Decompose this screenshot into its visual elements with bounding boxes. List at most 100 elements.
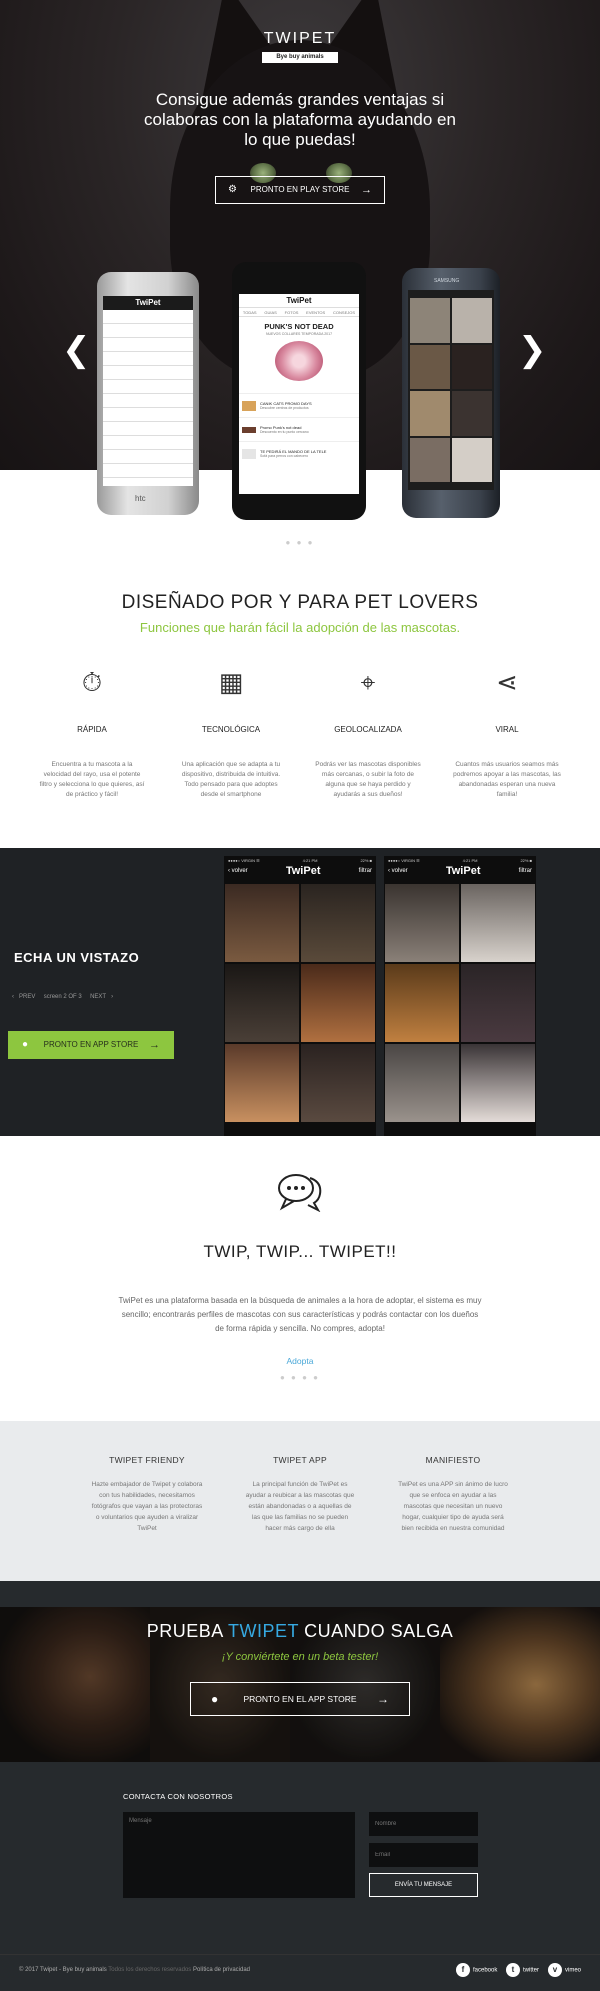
- vistazo-section: ECHA UN VISTAZO ‹ PREV screen 2 OF 3 NEX…: [0, 848, 600, 1136]
- android-icon: ⚙: [228, 184, 237, 195]
- phone-center-screen: TwiPet TODAS GUIAS FOTOS EVENTOS CONSEJO…: [239, 286, 359, 494]
- phone-left-row: [103, 422, 193, 436]
- item-sub: Descubre centros de productos: [260, 406, 309, 410]
- cat-photo[interactable]: [461, 964, 535, 1042]
- info-text: La principal función de TwiPet es ayudar…: [245, 1481, 355, 1532]
- vimeo-link[interactable]: v vimeo: [548, 1963, 581, 1977]
- divider-strip: [0, 1581, 600, 1607]
- phone-promo-title: PUNK'S NOT DEAD: [264, 322, 334, 331]
- pager-status: screen 2 OF 3: [43, 994, 82, 1000]
- cat-photo: [452, 344, 492, 389]
- cat-photo[interactable]: [385, 884, 459, 962]
- phone-center-tabs: TODAS GUIAS FOTOS EVENTOS CONSEJOS: [239, 308, 359, 317]
- phone-left-row: [103, 366, 193, 380]
- dog-photo[interactable]: [301, 884, 375, 962]
- prueba-section: PRUEBA TWIPET CUANDO SALGA ¡Y conviértet…: [0, 1607, 600, 1762]
- dog-photo[interactable]: [301, 964, 375, 1042]
- prueba-subtitle: ¡Y conviértete en un beta tester!: [221, 1651, 379, 1663]
- twitter-link[interactable]: t twitter: [506, 1963, 539, 1977]
- stopwatch-icon: ⏱: [81, 668, 103, 698]
- send-message-button[interactable]: ENVÍA TU MENSAJE: [369, 1873, 478, 1897]
- cat-photo: [410, 391, 450, 436]
- facebook-icon: f: [456, 1963, 470, 1977]
- info-title: TWIPET FRIENDY: [109, 1455, 185, 1465]
- phone-left-row: [103, 436, 193, 450]
- filter-link[interactable]: filtrar: [359, 868, 372, 874]
- cat-photo[interactable]: [385, 964, 459, 1042]
- app-store-label: PRONTO EN EL APP STORE: [243, 1694, 357, 1704]
- cat-photo[interactable]: [461, 884, 535, 962]
- footer-legal: © 2017 Twipet - Bye buy animals Todos lo…: [19, 1967, 250, 1973]
- phone-tab: GUIAS: [264, 310, 277, 315]
- play-store-button[interactable]: ⚙ PRONTO EN PLAY STORE →: [215, 176, 385, 204]
- facebook-link[interactable]: f facebook: [456, 1963, 497, 1977]
- dog-photo[interactable]: [225, 964, 299, 1042]
- phone-promo-sub: NUEVOS COLLARES TEMPORADA 2017: [265, 332, 333, 336]
- carousel-dots[interactable]: ● ● ●: [0, 538, 600, 547]
- message-field[interactable]: [123, 1812, 355, 1898]
- feature-viral: ⋖ VIRAL Cuantos más usuarios seamos más …: [452, 665, 562, 800]
- prev-link[interactable]: PREV: [19, 994, 35, 1000]
- cat-photo: [452, 437, 492, 482]
- phone-list-item: TE PEDIRÁ EL MANDO DE LA TELE Sofá para p…: [239, 441, 359, 465]
- app-store-label: PRONTO EN APP STORE: [43, 1040, 139, 1049]
- adopta-link[interactable]: Adopta: [0, 1356, 600, 1366]
- feature-desc: Cuantos más usuarios seamos más podremos…: [453, 761, 561, 798]
- testimonial-dots[interactable]: ● ● ● ●: [0, 1373, 600, 1382]
- app-screen-cats: ●●●●○ VIRGIN ☰ 4:21 PM 22% ■ ‹ volver Tw…: [384, 856, 536, 1136]
- app-screen-header: ●●●●○ VIRGIN ☰ 4:21 PM 22% ■ ‹ volver Tw…: [384, 856, 536, 884]
- carousel-next-icon[interactable]: ❯: [518, 333, 547, 367]
- dog-grid: [224, 884, 376, 1122]
- feature-name: GEOLOCALIZADA: [334, 725, 402, 734]
- feature-desc: Encuentra a tu mascota a la velocidad de…: [39, 761, 145, 798]
- info-text: Hazte embajador de Twipet y colabora con…: [91, 1481, 203, 1532]
- item-thumb: [242, 448, 256, 459]
- prueba-title: PRUEBA TWIPET CUANDO SALGA: [0, 1621, 600, 1642]
- arrow-right-icon: →: [377, 1692, 389, 1706]
- privacy-link[interactable]: Política de privacidad: [193, 1967, 250, 1973]
- cat-photo: [410, 298, 450, 343]
- dog-photo[interactable]: [225, 1044, 299, 1122]
- arrow-right-icon: →: [361, 184, 372, 196]
- twitter-icon: t: [506, 1963, 520, 1977]
- social-label: vimeo: [565, 1967, 582, 1974]
- app-store-button-2[interactable]: ● PRONTO EN EL APP STORE →: [190, 1682, 410, 1716]
- carousel-prev-icon[interactable]: ❮: [62, 333, 91, 367]
- back-link[interactable]: ‹ volver: [228, 868, 248, 874]
- feature-desc: Podrás ver las mascotas disponibles más …: [315, 761, 421, 798]
- info-col-manifiesto: MANIFIESTO TwiPet es una APP sin ánimo d…: [397, 1455, 509, 1534]
- back-link[interactable]: ‹ volver: [388, 868, 408, 874]
- phone-left-row: [103, 408, 193, 422]
- rights: Todos los derechos reservados: [108, 1967, 192, 1973]
- chevron-right-icon[interactable]: ›: [111, 994, 113, 1000]
- filter-link[interactable]: filtrar: [519, 868, 532, 874]
- vimeo-icon: v: [548, 1963, 562, 1977]
- dog-photo[interactable]: [225, 884, 299, 962]
- cat-photo[interactable]: [385, 1044, 459, 1122]
- app-store-button[interactable]: ● PRONTO EN APP STORE →: [8, 1031, 174, 1059]
- next-link[interactable]: NEXT: [90, 994, 106, 1000]
- play-store-label: PRONTO EN PLAY STORE: [250, 185, 350, 194]
- phone-left-app-title: TwiPet: [103, 296, 193, 310]
- apple-icon: ●: [22, 1039, 29, 1050]
- vistazo-pager: ‹ PREV screen 2 OF 3 NEXT ›: [12, 994, 113, 1000]
- phone-left-row: [103, 394, 193, 408]
- prueba-title-a: PRUEBA: [146, 1621, 223, 1641]
- contact-section: CONTACTA CON NOSOTROS ENVÍA TU MENSAJE: [0, 1762, 600, 1954]
- footer: © 2017 Twipet - Bye buy animals Todos lo…: [0, 1954, 600, 1991]
- item-sub: Sofá para perros con cabecero: [260, 454, 309, 458]
- chevron-left-icon[interactable]: ‹: [12, 994, 14, 1000]
- cat-photo: [452, 298, 492, 343]
- feature-rapida: ⏱ RÁPIDA Encuentra a tu mascota a la vel…: [37, 665, 147, 800]
- vistazo-title: ECHA UN VISTAZO: [14, 950, 140, 965]
- name-field[interactable]: [369, 1812, 478, 1836]
- phone-left-row: [103, 450, 193, 464]
- item-thumb: [242, 426, 256, 433]
- cat-photo[interactable]: [461, 1044, 535, 1122]
- info-title: MANIFIESTO: [425, 1455, 481, 1465]
- feature-geolocalizada: ⌖ GEOLOCALIZADA Podrás ver las mascotas …: [313, 665, 423, 800]
- email-field[interactable]: [369, 1843, 478, 1867]
- dog-photo[interactable]: [301, 1044, 375, 1122]
- twipet-text: TwiPet es una plataforma basada en la bú…: [118, 1296, 482, 1333]
- phone-right: SAMSUNG: [402, 268, 500, 518]
